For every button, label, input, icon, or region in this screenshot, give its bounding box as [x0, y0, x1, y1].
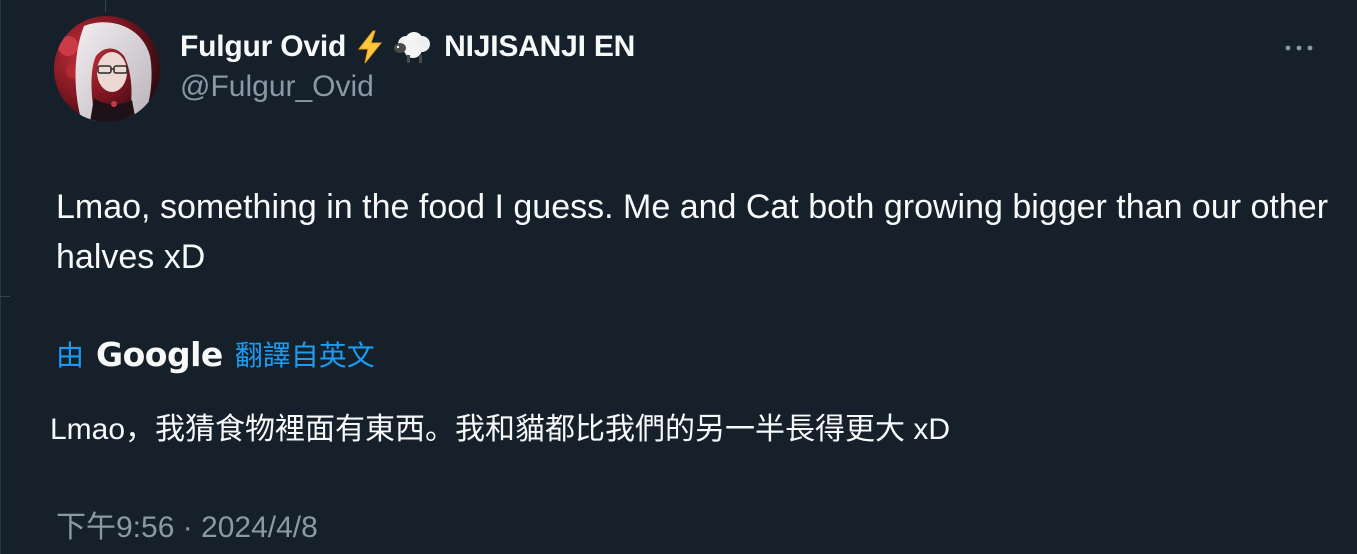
author-line: Fulgur Ovid NIJISANJI EN	[180, 26, 635, 68]
tweet-text: Lmao, something in the food I guess. Me …	[56, 188, 1329, 276]
translated-text: Lmao，我猜食物裡面有東西。我和貓都比我們的另一半長得更大 xD	[50, 413, 951, 446]
avatar-image	[54, 16, 160, 122]
divider-tick	[0, 296, 10, 297]
tweet-card: Fulgur Ovid NIJISANJI EN @Fulgur_Ovid Lm…	[0, 0, 1357, 554]
user-handle[interactable]: @Fulgur_Ovid	[180, 70, 374, 104]
google-logo: Google	[96, 334, 223, 374]
org-name: NIJISANJI EN	[444, 30, 636, 63]
avatar[interactable]	[54, 16, 160, 122]
more-dots-icon	[1285, 45, 1313, 51]
translation-attribution[interactable]: 由 Google 翻譯自英文	[56, 332, 375, 376]
thread-divider	[0, 0, 1, 554]
sheep-icon	[394, 30, 434, 64]
translation-source-label[interactable]: 翻譯自英文	[235, 334, 375, 374]
display-name[interactable]: Fulgur Ovid	[180, 30, 346, 64]
tweet-timestamp[interactable]: 下午9:56 · 2024/4/8	[56, 502, 318, 546]
lightning-bolt-icon	[356, 30, 384, 64]
thread-connector	[105, 0, 106, 12]
translation-prefix: 由	[56, 340, 85, 371]
more-options-button[interactable]	[1276, 30, 1322, 66]
